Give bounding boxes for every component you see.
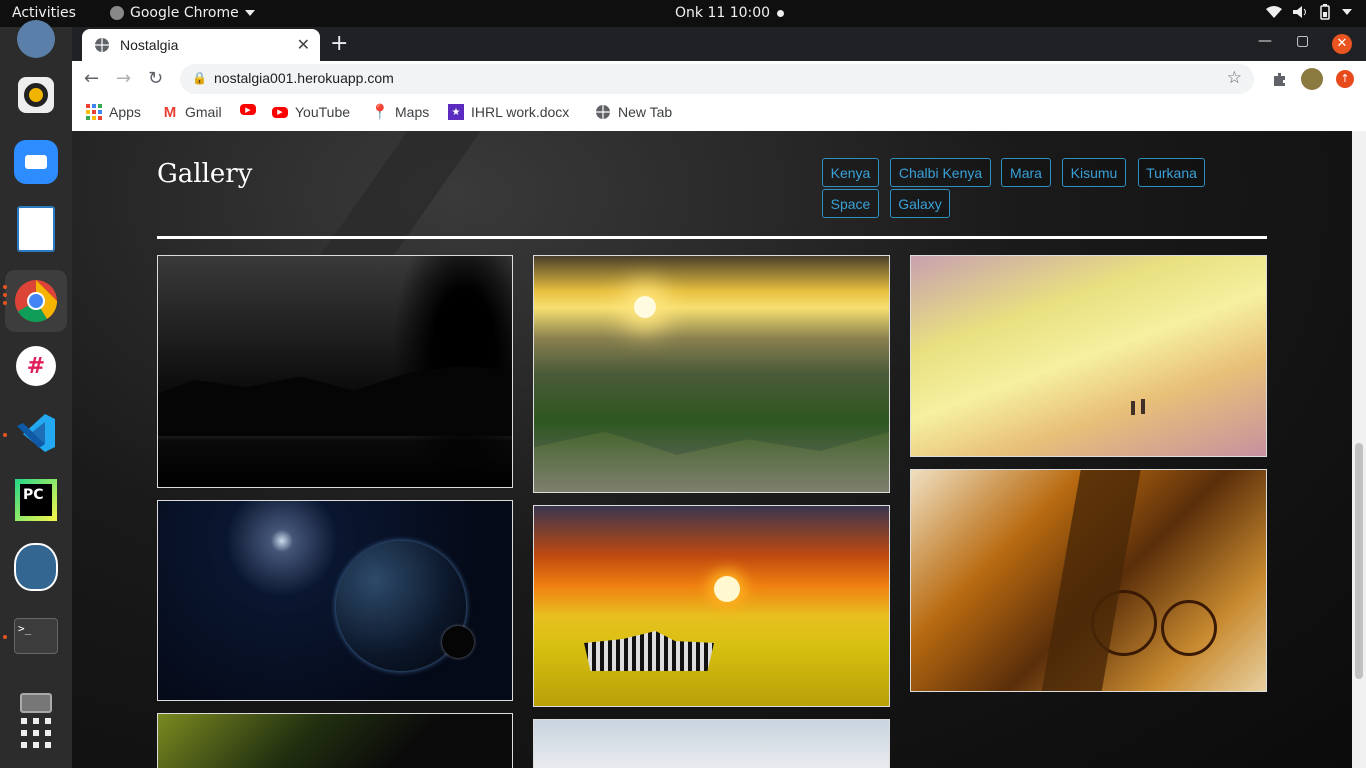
slack-icon[interactable]: # [10, 340, 62, 392]
bicycle-photo[interactable] [910, 469, 1267, 692]
running-indicator-icon [3, 635, 7, 639]
planet-photo[interactable] [157, 500, 513, 701]
forward-icon[interactable]: → [116, 68, 131, 89]
beach-photo[interactable] [910, 255, 1267, 457]
page-title: Gallery [157, 159, 253, 189]
app-menu[interactable]: Google Chrome [110, 5, 255, 21]
bookmarks-bar: Apps M Gmail ▶ ▶ YouTube 📍 Maps ★ IHRL w… [72, 97, 1366, 132]
app-menu-label: Google Chrome [130, 5, 239, 21]
bookmark-star-icon[interactable]: ☆ [1227, 68, 1242, 88]
bookmark-label: Maps [395, 104, 430, 120]
flowers-photo[interactable] [157, 713, 513, 768]
document-icon: ★ [448, 104, 464, 120]
mountain-sunrise-photo[interactable] [533, 255, 890, 493]
maximize-icon[interactable]: ▢ [1296, 33, 1309, 49]
dock: # PC >_ [0, 20, 72, 768]
minimize-icon[interactable]: — [1258, 33, 1272, 49]
filter-turkana[interactable]: Turkana [1138, 158, 1205, 187]
pycharm-icon[interactable]: PC [10, 474, 62, 526]
scrollbar-thumb[interactable] [1355, 443, 1363, 679]
bookmark-label: YouTube [295, 104, 351, 120]
terminal-icon[interactable]: >_ [10, 610, 62, 662]
bookmark-label: IHRL work.docx [471, 104, 570, 120]
zoom-icon[interactable] [10, 136, 62, 188]
system-tray[interactable] [1266, 4, 1352, 20]
reload-icon[interactable]: ↻ [148, 68, 163, 89]
bookmark-youtube[interactable]: ▶ YouTube [272, 104, 350, 120]
running-indicator-icon [3, 433, 7, 437]
bookmark-maps[interactable]: 📍 Maps [370, 104, 430, 121]
running-indicator-icon [3, 301, 7, 305]
tab-title: Nostalgia [120, 37, 179, 53]
close-window-icon[interactable]: ✕ [1332, 34, 1352, 54]
bookmark-new-tab[interactable]: New Tab [595, 104, 672, 120]
battery-icon [1320, 4, 1330, 20]
browser-window: Nostalgia ✕ + — ▢ ✕ ← → ↻ 🔒 nostalgia001… [72, 27, 1366, 132]
url-text: nostalgia001.herokuapp.com [214, 70, 394, 86]
profile-avatar[interactable] [1301, 68, 1323, 90]
apps-icon [86, 104, 102, 120]
filter-space[interactable]: Space [822, 189, 879, 218]
filter-mara[interactable]: Mara [1001, 158, 1051, 187]
system-top-bar: Activities Google Chrome Onk 11 10:00 [0, 0, 1366, 27]
youtube-icon: ▶ [272, 106, 288, 118]
filter-chalbi-kenya[interactable]: Chalbi Kenya [890, 158, 991, 187]
maps-pin-icon: 📍 [370, 104, 390, 121]
globe-icon [596, 105, 610, 119]
running-indicator-icon [3, 285, 7, 289]
tab-strip: Nostalgia ✕ + — ▢ ✕ [72, 27, 1366, 61]
back-icon[interactable]: ← [84, 68, 99, 89]
bookmark-apps[interactable]: Apps [86, 104, 141, 120]
vscode-icon[interactable] [10, 407, 62, 459]
running-indicator-icon [3, 293, 7, 297]
volume-icon [1293, 6, 1306, 18]
bookmark-label: New Tab [618, 104, 673, 120]
rhythmbox-icon[interactable] [10, 69, 62, 121]
bookmark-gmail[interactable]: M Gmail [162, 103, 222, 121]
night-forest-photo[interactable] [157, 255, 513, 488]
update-icon[interactable]: ↑ [1336, 70, 1354, 88]
page-content: Gallery Kenya Chalbi Kenya Mara Kisumu T… [72, 131, 1352, 768]
bookmark-label: Apps [109, 104, 141, 120]
filter-kenya[interactable]: Kenya [822, 158, 879, 187]
divider [157, 236, 1267, 239]
wifi-icon [1266, 6, 1282, 18]
filter-galaxy[interactable]: Galaxy [890, 189, 950, 218]
bookmark-label: Gmail [185, 104, 222, 120]
tray-arrow-icon [1342, 9, 1352, 15]
postgres-icon[interactable] [10, 541, 62, 593]
page-scrollbar[interactable] [1352, 131, 1366, 768]
bookmark-youtube-unnamed[interactable]: ▶ [240, 104, 256, 115]
sky-photo[interactable] [533, 719, 890, 768]
launcher-icon[interactable] [10, 13, 62, 65]
notification-dot-icon [777, 10, 784, 17]
filter-kisumu[interactable]: Kisumu [1062, 158, 1126, 187]
bookmark-ihrl[interactable]: ★ IHRL work.docx [448, 104, 569, 120]
youtube-icon: ▶ [240, 104, 256, 115]
apps-grid-icon[interactable] [10, 707, 62, 759]
dropdown-arrow-icon [244, 10, 255, 16]
extensions-icon[interactable] [1271, 71, 1287, 87]
writer-icon[interactable] [10, 203, 62, 255]
chrome-small-icon [110, 6, 124, 20]
zebra-savanna-photo[interactable] [533, 505, 890, 707]
address-bar[interactable]: 🔒 nostalgia001.herokuapp.com ☆ [180, 64, 1254, 94]
tab-nostalgia[interactable]: Nostalgia ✕ [82, 29, 320, 61]
browser-toolbar: ← → ↻ 🔒 nostalgia001.herokuapp.com ☆ ↑ [72, 61, 1366, 97]
close-tab-icon[interactable]: ✕ [297, 35, 310, 54]
clock[interactable]: Onk 11 10:00 [675, 5, 770, 21]
gmail-icon: M [163, 103, 177, 121]
globe-icon [95, 38, 109, 52]
new-tab-button[interactable]: + [330, 31, 348, 56]
lock-icon[interactable]: 🔒 [192, 71, 207, 85]
chrome-icon[interactable] [5, 270, 67, 332]
